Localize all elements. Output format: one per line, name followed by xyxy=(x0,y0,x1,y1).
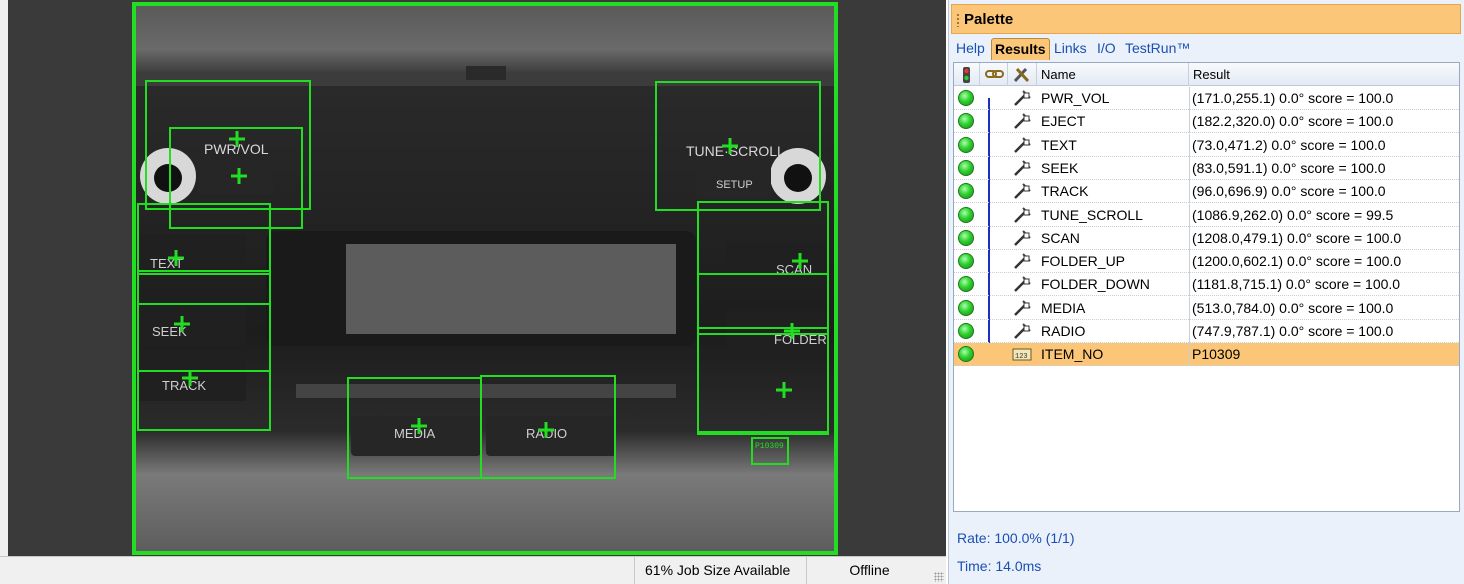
result-row[interactable]: TEXT (73.0,471.2) 0.0° score = 100.0 xyxy=(954,133,1459,157)
pattern-tool-icon xyxy=(1012,89,1032,107)
pass-status-icon xyxy=(958,276,974,293)
result-value: (1200.0,602.1) 0.0° score = 100.0 xyxy=(1189,250,1401,274)
connection-status: Offline xyxy=(806,557,932,584)
tools-icon[interactable] xyxy=(1008,63,1037,86)
result-name: EJECT xyxy=(1041,113,1086,130)
pass-status-icon xyxy=(958,113,974,130)
result-row[interactable]: PWR_VOL (171.0,255.1) 0.0° score = 100.0 xyxy=(954,87,1459,110)
grid-header: Name Result xyxy=(954,63,1459,86)
pass-status-icon xyxy=(958,346,974,363)
drag-grip-icon[interactable] xyxy=(956,13,960,27)
pass-status-icon xyxy=(958,229,974,246)
result-name: TUNE_SCROLL xyxy=(1041,206,1143,223)
palette-tabs: Help Results Links I/O TestRun™ xyxy=(951,38,1461,60)
result-name: TEXT xyxy=(1041,136,1077,153)
tab-io[interactable]: I/O xyxy=(1094,38,1119,60)
pass-status-icon xyxy=(958,299,974,316)
result-row[interactable]: FOLDER_DOWN (1181.8,715.1) 0.0° score = 1… xyxy=(954,273,1459,297)
label-item-no: P10309 xyxy=(755,442,784,451)
pattern-tool-icon xyxy=(1012,182,1032,200)
pattern-tool-icon xyxy=(1012,136,1032,154)
time-label: Time: 14.0ms xyxy=(957,558,1042,574)
column-name-header[interactable]: Name xyxy=(1037,63,1189,86)
result-name: TRACK xyxy=(1041,183,1089,200)
label-setup: SETUP xyxy=(716,179,753,191)
pattern-tool-icon xyxy=(1012,112,1032,130)
result-name: MEDIA xyxy=(1041,299,1086,316)
result-value: P10309 xyxy=(1189,343,1240,367)
result-row[interactable]: FOLDER_UP (1200.0,602.1) 0.0° score = 100… xyxy=(954,250,1459,274)
palette-panel: Palette Help Results Links I/O TestRun™ … xyxy=(948,0,1464,584)
result-row[interactable]: SCAN (1208.0,479.1) 0.0° score = 100.0 xyxy=(954,226,1459,250)
pattern-tool-icon xyxy=(1012,206,1032,224)
ocr-tool-icon: 123 xyxy=(1012,345,1032,363)
result-row[interactable]: MEDIA (513.0,784.0) 0.0° score = 100.0 xyxy=(954,296,1459,320)
pass-status-icon xyxy=(958,90,974,106)
palette-header: Palette xyxy=(951,4,1461,34)
result-value: (747.9,787.1) 0.0° score = 100.0 xyxy=(1189,320,1393,343)
result-value: (171.0,255.1) 0.0° score = 100.0 xyxy=(1189,87,1393,110)
result-value: (1208.0,479.1) 0.0° score = 100.0 xyxy=(1189,226,1401,250)
status-bar: 61% Job Size Available Offline xyxy=(0,556,946,584)
result-value: (182.2,320.0) 0.0° score = 100.0 xyxy=(1189,110,1393,134)
result-name: FOLDER_DOWN xyxy=(1041,276,1150,293)
pass-status-icon xyxy=(958,159,974,176)
camera-image[interactable]: PWR/VOL TUNE·SCROLL SETUP TEXT SEEK TRAC… xyxy=(132,2,838,555)
svg-text:123: 123 xyxy=(1015,353,1028,361)
result-value: (96.0,696.9) 0.0° score = 100.0 xyxy=(1189,180,1386,204)
pass-status-icon xyxy=(958,136,974,153)
result-value: (513.0,784.0) 0.0° score = 100.0 xyxy=(1189,296,1393,320)
link-chain-icon[interactable] xyxy=(980,63,1008,86)
result-name: PWR_VOL xyxy=(1041,90,1110,106)
pass-status-icon xyxy=(958,253,974,270)
job-view-pane: PWR/VOL TUNE·SCROLL SETUP TEXT SEEK TRAC… xyxy=(0,0,946,584)
result-row[interactable]: SEEK (83.0,591.1) 0.0° score = 100.0 xyxy=(954,156,1459,180)
image-viewport[interactable]: PWR/VOL TUNE·SCROLL SETUP TEXT SEEK TRAC… xyxy=(8,0,946,556)
status-light-icon[interactable] xyxy=(954,63,980,86)
result-row[interactable]: EJECT (182.2,320.0) 0.0° score = 100.0 xyxy=(954,110,1459,134)
pattern-tool-icon xyxy=(1012,252,1032,270)
palette-title: Palette xyxy=(964,11,1014,28)
tab-help[interactable]: Help xyxy=(953,38,988,60)
pass-status-icon xyxy=(958,323,974,339)
result-name: SEEK xyxy=(1041,159,1079,176)
label-media: MEDIA xyxy=(394,426,436,441)
tab-testrun[interactable]: TestRun™ xyxy=(1122,38,1193,60)
result-value: (1181.8,715.1) 0.0° score = 100.0 xyxy=(1189,273,1400,297)
radio-faceplate-image: PWR/VOL TUNE·SCROLL SETUP TEXT SEEK TRAC… xyxy=(136,66,834,479)
pass-status-icon xyxy=(958,206,974,223)
tab-links[interactable]: Links xyxy=(1051,38,1090,60)
result-value: (73.0,471.2) 0.0° score = 100.0 xyxy=(1189,133,1386,157)
result-row[interactable]: TUNE_SCROLL (1086.9,262.0) 0.0° score = 9… xyxy=(954,203,1459,227)
result-row[interactable]: RADIO (747.9,787.1) 0.0° score = 100.0 xyxy=(954,320,1459,343)
pattern-tool-icon xyxy=(1012,159,1032,177)
result-name: SCAN xyxy=(1041,229,1080,246)
column-result-header[interactable]: Result xyxy=(1189,63,1459,86)
result-value: (1086.9,262.0) 0.0° score = 99.5 xyxy=(1189,203,1393,227)
pattern-tool-icon xyxy=(1012,229,1032,247)
pattern-tool-icon xyxy=(1012,275,1032,293)
pattern-tool-icon xyxy=(1012,322,1032,340)
result-name: FOLDER_UP xyxy=(1041,253,1126,270)
tab-results[interactable]: Results xyxy=(991,38,1050,60)
result-value: (83.0,591.1) 0.0° score = 100.0 xyxy=(1189,156,1386,180)
pattern-tool-icon xyxy=(1012,299,1032,317)
job-size-status: 61% Job Size Available xyxy=(634,557,806,584)
resize-grip-icon[interactable] xyxy=(934,572,944,582)
label-track: TRACK xyxy=(162,378,206,393)
result-row[interactable]: 123 ITEM_NO P10309 xyxy=(954,343,1459,367)
result-name: RADIO xyxy=(1041,323,1086,339)
results-grid: Name Result PWR_VOL (171.0,255.1) 0.0° sc… xyxy=(953,62,1460,512)
result-name: ITEM_NO xyxy=(1041,346,1104,363)
pass-status-icon xyxy=(958,183,974,200)
result-row[interactable]: TRACK (96.0,696.9) 0.0° score = 100.0 xyxy=(954,180,1459,204)
rate-label: Rate: 100.0% (1/1) xyxy=(957,530,1075,546)
